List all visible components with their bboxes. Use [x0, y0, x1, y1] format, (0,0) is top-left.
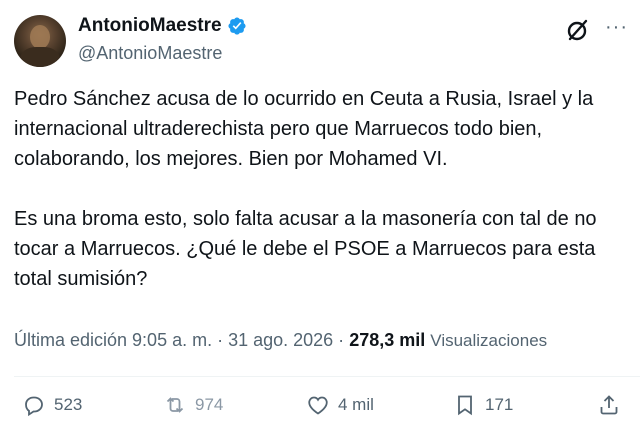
- author-handle[interactable]: @AntonioMaestre: [78, 43, 222, 64]
- reply-icon: [25, 396, 43, 417]
- tweet-text: Pedro Sánchez acusa de lo ocurrido en Ce…: [14, 88, 597, 290]
- retweet-icon: [166, 397, 184, 413]
- like-count: 4 mil: [338, 395, 374, 414]
- like-button[interactable]: 4 mil: [306, 393, 374, 417]
- edited-timestamp[interactable]: Última edición 9:05 a. m. · 31 ago. 2026…: [14, 330, 344, 350]
- avatar[interactable]: [14, 15, 66, 67]
- bookmark-icon: [458, 395, 472, 416]
- share-icon: [600, 395, 618, 415]
- reply-button[interactable]: 523: [22, 393, 82, 417]
- divider: [14, 376, 640, 377]
- share-button[interactable]: [597, 393, 621, 417]
- more-icon[interactable]: ···: [605, 17, 628, 37]
- bookmark-count: 171: [485, 395, 514, 414]
- avatar-face: [30, 25, 50, 49]
- action-bar: 523 974 4 mil 171: [0, 393, 640, 427]
- views-count[interactable]: 278,3 mil: [349, 330, 425, 350]
- tweet-meta: Última edición 9:05 a. m. · 31 ago. 2026…: [14, 330, 547, 351]
- retweet-count: 974: [195, 395, 224, 414]
- verified-badge-icon: [228, 17, 246, 35]
- author-name-row: AntonioMaestre: [78, 15, 247, 37]
- retweet-button[interactable]: 974: [163, 393, 223, 417]
- avatar-body: [20, 47, 60, 67]
- heart-icon: [308, 396, 328, 415]
- reply-count: 523: [54, 395, 83, 414]
- display-name[interactable]: AntonioMaestre: [78, 15, 222, 37]
- bookmark-button[interactable]: 171: [453, 393, 513, 417]
- grok-icon[interactable]: [565, 17, 591, 43]
- views-label: Visualizaciones: [430, 331, 548, 350]
